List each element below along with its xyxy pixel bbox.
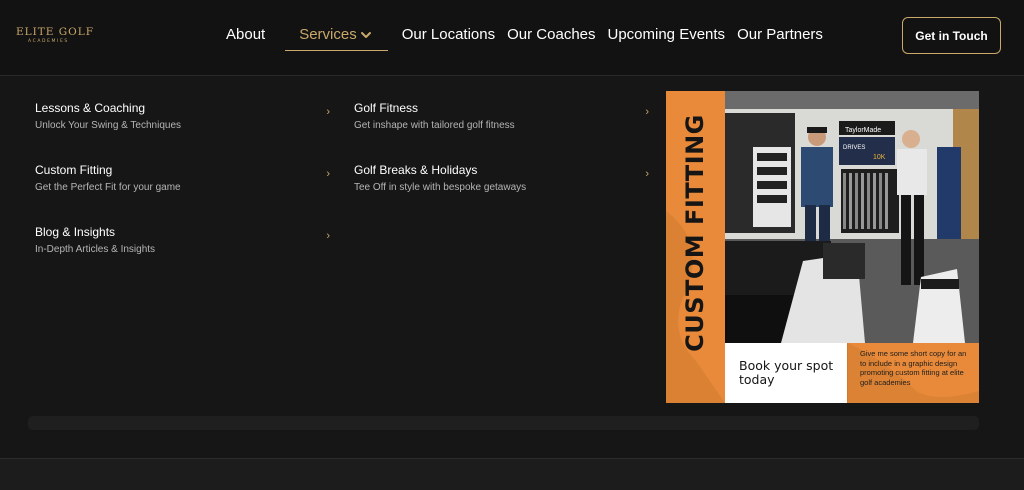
- chevron-down-icon: [360, 32, 371, 38]
- chevron-right-icon: ›: [645, 168, 649, 180]
- menu-item-custom-fitting[interactable]: Custom Fitting Get the Perfect Fit for y…: [35, 163, 330, 203]
- logo[interactable]: ELITE GOLF ACADEMIES: [16, 26, 96, 45]
- page-bottom-strip: [0, 458, 1024, 490]
- menu-item-title: Custom Fitting: [35, 163, 113, 177]
- photo-sign-taylormade: TaylorMade: [845, 127, 881, 134]
- get-in-touch-button[interactable]: Get in Touch: [902, 17, 1001, 54]
- nav-our-partners[interactable]: Our Partners: [737, 24, 823, 52]
- nav-our-locations[interactable]: Our Locations: [402, 24, 495, 52]
- menu-item-title: Golf Fitness: [354, 101, 419, 115]
- page: ELITE GOLF ACADEMIES About Services Our …: [0, 0, 1024, 490]
- menu-item-golf-breaks-holidays[interactable]: Golf Breaks & Holidays Tee Off in style …: [354, 163, 649, 203]
- menu-item-golf-fitness[interactable]: Golf Fitness Get inshape with tailored g…: [354, 101, 649, 141]
- chevron-right-icon: ›: [645, 106, 649, 118]
- menu-item-desc: Get the Perfect Fit for your game: [35, 182, 181, 193]
- chevron-right-icon: ›: [326, 168, 330, 180]
- book-spot-box[interactable]: Book your spot today: [725, 343, 848, 403]
- book-spot-text: Book your spot today: [739, 358, 834, 387]
- promo-side-panel: CUSTOM FITTING: [666, 91, 725, 403]
- menu-item-title: Golf Breaks & Holidays: [354, 163, 478, 177]
- nav-about[interactable]: About: [226, 24, 265, 52]
- site-header: ELITE GOLF ACADEMIES About Services Our …: [0, 0, 1024, 76]
- menu-item-desc: Get inshape with tailored golf fitness: [354, 120, 515, 131]
- menu-item-title: Lessons & Coaching: [35, 101, 146, 115]
- custom-fitting-promo-card[interactable]: CUSTOM FITTING TaylorMade DRIVES 10K Boo…: [666, 91, 979, 403]
- chevron-right-icon: ›: [326, 106, 330, 118]
- main-nav: About Services Our Locations Our Coaches…: [226, 24, 835, 52]
- chevron-right-icon: ›: [326, 230, 330, 242]
- horizontal-scrollbar[interactable]: [28, 416, 979, 430]
- photo-sign-drives: DRIVES: [843, 145, 865, 151]
- golf-fitting-photo: TaylorMade DRIVES 10K: [725, 91, 979, 343]
- photo-sign-10k: 10K: [873, 154, 886, 161]
- menu-item-desc: In-Depth Articles & Insights: [35, 244, 156, 255]
- nav-our-coaches[interactable]: Our Coaches: [507, 24, 595, 52]
- logo-main-text: ELITE GOLF: [16, 26, 95, 38]
- menu-item-lessons-coaching[interactable]: Lessons & Coaching Unlock Your Swing & T…: [35, 101, 330, 141]
- menu-item-desc: Unlock Your Swing & Techniques: [35, 120, 182, 131]
- nav-services-label: Services: [299, 26, 357, 43]
- menu-item-title: Blog & Insights: [35, 225, 116, 239]
- nav-services[interactable]: Services: [285, 24, 388, 51]
- menu-item-blog-insights[interactable]: Blog & Insights In-Depth Articles & Insi…: [35, 225, 330, 265]
- nav-upcoming-events[interactable]: Upcoming Events: [608, 24, 726, 52]
- logo-sub-text: ACADEMIES: [28, 39, 69, 44]
- menu-item-desc: Tee Off in style with bespoke getaways: [354, 182, 527, 193]
- promo-vertical-title: CUSTOM FITTING: [681, 114, 709, 352]
- promo-copy-text: Give me some short copy for an to includ…: [860, 349, 967, 387]
